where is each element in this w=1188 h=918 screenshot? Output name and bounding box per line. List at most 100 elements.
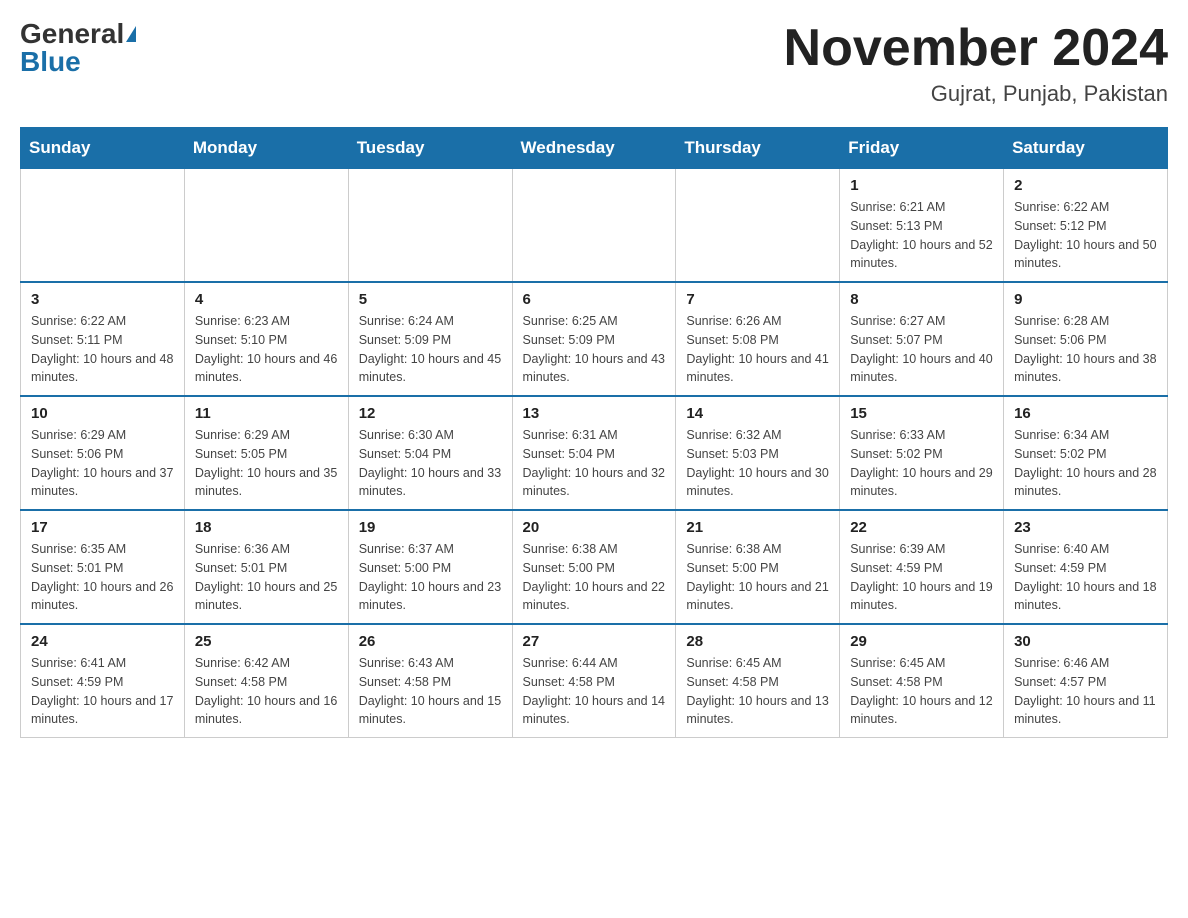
day-number: 26	[359, 633, 502, 650]
day-info: Sunrise: 6:34 AM Sunset: 5:02 PM Dayligh…	[1014, 426, 1157, 501]
calendar-cell: 11 Sunrise: 6:29 AM Sunset: 5:05 PM Dayli…	[184, 396, 348, 510]
calendar-cell: 27 Sunrise: 6:44 AM Sunset: 4:58 PM Dayli…	[512, 624, 676, 738]
day-info: Sunrise: 6:39 AM Sunset: 4:59 PM Dayligh…	[850, 540, 993, 615]
day-number: 7	[686, 291, 829, 308]
day-info: Sunrise: 6:33 AM Sunset: 5:02 PM Dayligh…	[850, 426, 993, 501]
calendar-week-row: 24Sunrise: 6:41 AM Sunset: 4:59 PM Dayli…	[21, 624, 1168, 738]
calendar-cell	[21, 169, 185, 283]
day-info: Sunrise: 6:23 AM Sunset: 5:10 PM Dayligh…	[195, 312, 338, 387]
day-info: Sunrise: 6:43 AM Sunset: 4:58 PM Dayligh…	[359, 654, 502, 729]
day-info: Sunrise: 6:37 AM Sunset: 5:00 PM Dayligh…	[359, 540, 502, 615]
day-info: Sunrise: 6:35 AM Sunset: 5:01 PM Dayligh…	[31, 540, 174, 615]
title-block: November 2024 Gujrat, Punjab, Pakistan	[784, 20, 1168, 107]
day-number: 14	[686, 405, 829, 422]
calendar-cell: 7 Sunrise: 6:26 AM Sunset: 5:08 PM Daylig…	[676, 282, 840, 396]
calendar-week-row: 1 Sunrise: 6:21 AM Sunset: 5:13 PM Daylig…	[21, 169, 1168, 283]
calendar-cell: 25 Sunrise: 6:42 AM Sunset: 4:58 PM Dayli…	[184, 624, 348, 738]
day-number: 24	[31, 633, 174, 650]
day-info: Sunrise: 6:44 AM Sunset: 4:58 PM Dayligh…	[523, 654, 666, 729]
day-number: 5	[359, 291, 502, 308]
day-number: 27	[523, 633, 666, 650]
calendar-cell: 9Sunrise: 6:28 AM Sunset: 5:06 PM Daylig…	[1004, 282, 1168, 396]
day-number: 20	[523, 519, 666, 536]
day-number: 12	[359, 405, 502, 422]
day-info: Sunrise: 6:25 AM Sunset: 5:09 PM Dayligh…	[523, 312, 666, 387]
weekday-header-wednesday: Wednesday	[512, 128, 676, 169]
logo-general-text: General	[20, 20, 124, 48]
calendar-cell: 16 Sunrise: 6:34 AM Sunset: 5:02 PM Dayli…	[1004, 396, 1168, 510]
day-info: Sunrise: 6:32 AM Sunset: 5:03 PM Dayligh…	[686, 426, 829, 501]
calendar-cell: 6 Sunrise: 6:25 AM Sunset: 5:09 PM Daylig…	[512, 282, 676, 396]
day-info: Sunrise: 6:45 AM Sunset: 4:58 PM Dayligh…	[850, 654, 993, 729]
day-number: 25	[195, 633, 338, 650]
day-number: 18	[195, 519, 338, 536]
weekday-header-thursday: Thursday	[676, 128, 840, 169]
day-number: 23	[1014, 519, 1157, 536]
calendar-cell: 22 Sunrise: 6:39 AM Sunset: 4:59 PM Dayli…	[840, 510, 1004, 624]
day-info: Sunrise: 6:45 AM Sunset: 4:58 PM Dayligh…	[686, 654, 829, 729]
calendar-cell: 8 Sunrise: 6:27 AM Sunset: 5:07 PM Daylig…	[840, 282, 1004, 396]
day-info: Sunrise: 6:38 AM Sunset: 5:00 PM Dayligh…	[523, 540, 666, 615]
day-number: 1	[850, 177, 993, 194]
day-number: 16	[1014, 405, 1157, 422]
calendar-cell: 2Sunrise: 6:22 AM Sunset: 5:12 PM Daylig…	[1004, 169, 1168, 283]
day-info: Sunrise: 6:46 AM Sunset: 4:57 PM Dayligh…	[1014, 654, 1157, 729]
calendar-cell	[512, 169, 676, 283]
day-info: Sunrise: 6:27 AM Sunset: 5:07 PM Dayligh…	[850, 312, 993, 387]
day-info: Sunrise: 6:26 AM Sunset: 5:08 PM Dayligh…	[686, 312, 829, 387]
day-info: Sunrise: 6:21 AM Sunset: 5:13 PM Dayligh…	[850, 198, 993, 273]
calendar-cell: 13Sunrise: 6:31 AM Sunset: 5:04 PM Dayli…	[512, 396, 676, 510]
calendar-cell: 20 Sunrise: 6:38 AM Sunset: 5:00 PM Dayli…	[512, 510, 676, 624]
day-info: Sunrise: 6:29 AM Sunset: 5:06 PM Dayligh…	[31, 426, 174, 501]
calendar-week-row: 17Sunrise: 6:35 AM Sunset: 5:01 PM Dayli…	[21, 510, 1168, 624]
day-number: 21	[686, 519, 829, 536]
logo-triangle-icon	[126, 26, 136, 42]
calendar-cell: 21 Sunrise: 6:38 AM Sunset: 5:00 PM Dayli…	[676, 510, 840, 624]
calendar-cell: 10 Sunrise: 6:29 AM Sunset: 5:06 PM Dayli…	[21, 396, 185, 510]
day-number: 6	[523, 291, 666, 308]
calendar-cell: 24Sunrise: 6:41 AM Sunset: 4:59 PM Dayli…	[21, 624, 185, 738]
day-number: 28	[686, 633, 829, 650]
calendar-cell: 4 Sunrise: 6:23 AM Sunset: 5:10 PM Daylig…	[184, 282, 348, 396]
calendar-cell: 15 Sunrise: 6:33 AM Sunset: 5:02 PM Dayli…	[840, 396, 1004, 510]
calendar-cell: 26 Sunrise: 6:43 AM Sunset: 4:58 PM Dayli…	[348, 624, 512, 738]
weekday-header-friday: Friday	[840, 128, 1004, 169]
weekday-header-monday: Monday	[184, 128, 348, 169]
day-number: 22	[850, 519, 993, 536]
day-number: 19	[359, 519, 502, 536]
day-number: 10	[31, 405, 174, 422]
calendar-cell: 18 Sunrise: 6:36 AM Sunset: 5:01 PM Dayli…	[184, 510, 348, 624]
day-info: Sunrise: 6:38 AM Sunset: 5:00 PM Dayligh…	[686, 540, 829, 615]
day-number: 8	[850, 291, 993, 308]
calendar-cell	[184, 169, 348, 283]
calendar-cell: 19 Sunrise: 6:37 AM Sunset: 5:00 PM Dayli…	[348, 510, 512, 624]
calendar-cell: 29 Sunrise: 6:45 AM Sunset: 4:58 PM Dayli…	[840, 624, 1004, 738]
calendar-cell: 3Sunrise: 6:22 AM Sunset: 5:11 PM Daylig…	[21, 282, 185, 396]
calendar-cell: 30Sunrise: 6:46 AM Sunset: 4:57 PM Dayli…	[1004, 624, 1168, 738]
calendar-cell: 28 Sunrise: 6:45 AM Sunset: 4:58 PM Dayli…	[676, 624, 840, 738]
month-title: November 2024	[784, 20, 1168, 77]
calendar-week-row: 3Sunrise: 6:22 AM Sunset: 5:11 PM Daylig…	[21, 282, 1168, 396]
day-number: 4	[195, 291, 338, 308]
day-info: Sunrise: 6:29 AM Sunset: 5:05 PM Dayligh…	[195, 426, 338, 501]
calendar-cell: 17Sunrise: 6:35 AM Sunset: 5:01 PM Dayli…	[21, 510, 185, 624]
day-info: Sunrise: 6:30 AM Sunset: 5:04 PM Dayligh…	[359, 426, 502, 501]
day-number: 2	[1014, 177, 1157, 194]
day-number: 11	[195, 405, 338, 422]
day-number: 29	[850, 633, 993, 650]
page-header: General Blue November 2024 Gujrat, Punja…	[20, 20, 1168, 107]
day-info: Sunrise: 6:42 AM Sunset: 4:58 PM Dayligh…	[195, 654, 338, 729]
day-info: Sunrise: 6:31 AM Sunset: 5:04 PM Dayligh…	[523, 426, 666, 501]
weekday-header-sunday: Sunday	[21, 128, 185, 169]
calendar-cell: 5Sunrise: 6:24 AM Sunset: 5:09 PM Daylig…	[348, 282, 512, 396]
day-info: Sunrise: 6:36 AM Sunset: 5:01 PM Dayligh…	[195, 540, 338, 615]
day-number: 15	[850, 405, 993, 422]
day-info: Sunrise: 6:22 AM Sunset: 5:11 PM Dayligh…	[31, 312, 174, 387]
weekday-header-row: SundayMondayTuesdayWednesdayThursdayFrid…	[21, 128, 1168, 169]
logo-blue-text: Blue	[20, 48, 81, 76]
calendar-cell: 1 Sunrise: 6:21 AM Sunset: 5:13 PM Daylig…	[840, 169, 1004, 283]
calendar-cell	[676, 169, 840, 283]
location-title: Gujrat, Punjab, Pakistan	[784, 81, 1168, 107]
logo: General Blue	[20, 20, 136, 76]
weekday-header-tuesday: Tuesday	[348, 128, 512, 169]
